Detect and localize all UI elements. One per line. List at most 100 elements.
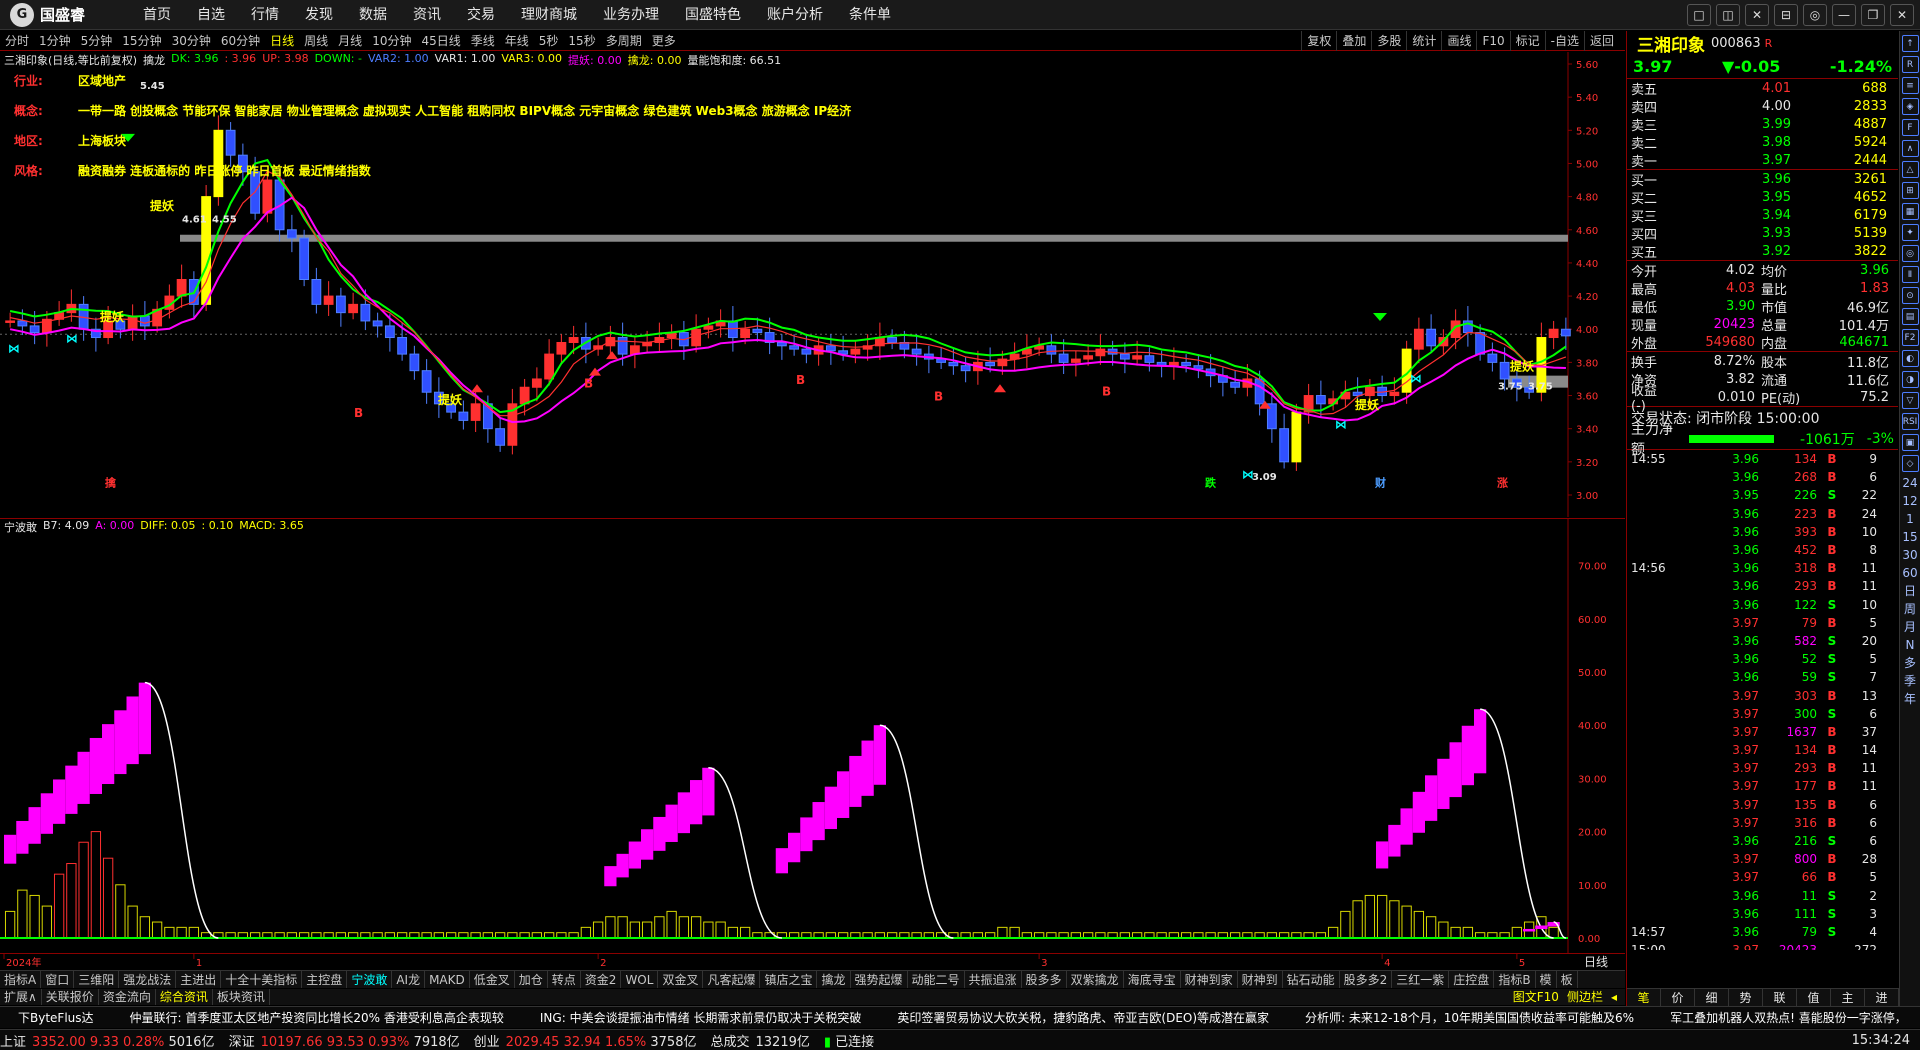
quote-tab-6[interactable]: 主 [1831,989,1865,1006]
indicator-tab-28[interactable]: 股多多2 [1340,971,1393,988]
period-5[interactable]: 60分钟 [216,32,265,49]
side-period-1[interactable]: 12 [1902,494,1917,508]
chart-tool-7[interactable]: -自选 [1544,31,1584,51]
quote-tab-4[interactable]: 联 [1763,989,1797,1006]
period-7[interactable]: 周线 [299,32,333,49]
chart-tool-6[interactable]: 标记 [1509,31,1545,51]
indicator-tab-18[interactable]: 擒龙 [817,971,851,988]
side-tool-icon-13[interactable]: ▤ [1901,308,1919,325]
side-period-2[interactable]: 1 [1906,512,1914,526]
chart-tool-3[interactable]: 统计 [1406,31,1441,51]
ticker-item[interactable]: 英印签署贸易协议大砍关税，捷豹路虎、帝亚吉欧(DEO)等成潜在赢家 [879,1009,1287,1026]
side-tool-icon-18[interactable]: RSI [1901,413,1919,430]
ext-right-0[interactable]: 图文F10 [1509,989,1563,1005]
side-tool-icon-3[interactable]: ◈ [1901,98,1919,115]
side-tool-icon-15[interactable]: ◐ [1901,350,1919,367]
indicator-tab-33[interactable]: 板 [1557,971,1578,988]
ticker-item[interactable]: 仲量联行: 首季度亚太区地产投资同比增长20% 香港受利息高企表现较 [112,1009,522,1026]
indicator-tab-14[interactable]: WOL [621,971,659,988]
side-tool-icon-11[interactable]: Ⅱ [1901,266,1919,283]
quote-tab-2[interactable]: 细 [1695,989,1729,1006]
ext-tab-4[interactable]: 板块资讯 [213,989,270,1005]
sub-indicator-name[interactable]: 宁波敢 [4,519,37,535]
side-period-4[interactable]: 30 [1902,548,1917,562]
app-logo[interactable]: G 国盛睿 [0,2,130,27]
bids-row[interactable]: 买二 3.95 4652 [1627,188,1898,207]
period-2[interactable]: 5分钟 [76,32,118,49]
period-11[interactable]: 季线 [466,32,500,49]
chart-title[interactable]: 三湘印象(日线,等比前复权) [4,52,137,68]
period-14[interactable]: 15秒 [563,32,600,49]
menu-item-8[interactable]: 业务办理 [590,0,672,30]
indicator-tab-12[interactable]: 转点 [548,971,581,988]
indicator-name[interactable]: 擒龙 [143,52,165,68]
window-control-icon-5[interactable]: — [1832,4,1856,26]
window-control-icon-1[interactable]: ◫ [1716,4,1740,26]
period-16[interactable]: 更多 [647,32,681,49]
indicator-tab-22[interactable]: 股多多 [1022,971,1067,988]
indicator-tab-19[interactable]: 强势起爆 [851,971,908,988]
window-control-icon-4[interactable]: ◎ [1803,4,1827,26]
indicator-tab-21[interactable]: 共振追涨 [965,971,1022,988]
ext-right-1[interactable]: 侧边栏 [1563,989,1607,1005]
menu-item-9[interactable]: 国盛特色 [672,0,754,30]
menu-item-10[interactable]: 账户分析 [754,0,836,30]
side-period-9[interactable]: N [1906,638,1915,652]
index-2[interactable]: 创业 2029.45 32.94 1.65% 3758亿 [474,1031,697,1050]
window-control-icon-3[interactable]: ⊟ [1774,4,1798,26]
chart-tool-2[interactable]: 多股 [1371,31,1406,51]
tick-list[interactable]: 14:55 3.96 134 B 9 3.96 268 B 6 3.95 226 S 22 3.96 223… [1627,450,1898,950]
period-10[interactable]: 45日线 [416,32,465,49]
side-tool-icon-19[interactable]: ▣ [1901,434,1919,451]
window-control-icon-2[interactable]: ✕ [1745,4,1769,26]
side-period-10[interactable]: 多 [1904,656,1916,670]
side-period-5[interactable]: 60 [1902,566,1917,580]
side-tool-icon-0[interactable]: ↑ [1901,35,1919,52]
quote-tab-1[interactable]: 价 [1661,989,1695,1006]
index-0[interactable]: 上证 3352.00 9.33 0.28% 5016亿 [0,1031,215,1050]
ticker-item[interactable]: 下ByteFlus达 [0,1009,112,1026]
side-period-6[interactable]: 日 [1904,584,1916,598]
period-9[interactable]: 10分钟 [367,32,416,49]
period-6[interactable]: 日线 [265,32,299,49]
indicator-tab-13[interactable]: 资金2 [581,971,622,988]
ext-tab-1[interactable]: 关联报价 [42,989,99,1005]
indicator-tab-4[interactable]: 主进出 [176,971,222,988]
indicator-tab-17[interactable]: 镇店之宝 [760,971,818,988]
indicator-tab-31[interactable]: 指标B [1494,971,1536,988]
side-period-8[interactable]: 月 [1904,620,1916,634]
asks-row[interactable]: 卖三 3.99 4887 [1627,115,1898,134]
ext-tab-2[interactable]: 资金流向 [99,989,156,1005]
side-tool-icon-2[interactable]: ≡ [1901,77,1919,94]
bids-row[interactable]: 买四 3.93 5139 [1627,224,1898,243]
menu-item-0[interactable]: 首页 [130,0,184,30]
stock-name[interactable]: 三湘印象 [1637,31,1705,56]
ext-tab-3[interactable]: 综合资讯 [156,989,213,1005]
menu-item-5[interactable]: 资讯 [400,0,454,30]
side-period-0[interactable]: 24 [1902,476,1917,490]
chart-tool-1[interactable]: 叠加 [1336,31,1371,51]
side-tool-icon-4[interactable]: F [1901,119,1919,136]
chart-tool-0[interactable]: 复权 [1301,31,1336,51]
indicator-tab-15[interactable]: 双金叉 [658,971,704,988]
indicator-tab-9[interactable]: MAKD [425,971,470,988]
asks-row[interactable]: 卖五 4.01 688 [1627,79,1898,98]
side-tool-icon-9[interactable]: ✦ [1901,224,1919,241]
period-12[interactable]: 年线 [500,32,534,49]
menu-item-6[interactable]: 交易 [454,0,508,30]
side-period-3[interactable]: 15 [1902,530,1917,544]
side-tool-icon-16[interactable]: ◑ [1901,371,1919,388]
indicator-tab-3[interactable]: 强龙战法 [119,971,177,988]
period-4[interactable]: 30分钟 [167,32,216,49]
indicator-tab-1[interactable]: 窗口 [41,971,75,988]
window-control-icon-6[interactable]: ❐ [1861,4,1885,26]
bids-row[interactable]: 买五 3.92 3822 [1627,242,1898,261]
connection-status[interactable]: ▮ 已连接 [824,1031,874,1050]
indicator-tab-0[interactable]: 指标A [0,971,42,988]
index-1[interactable]: 深证 10197.66 93.53 0.93% 7918亿 [229,1031,460,1050]
indicator-tab-5[interactable]: 十全十美指标 [221,971,303,988]
period-15[interactable]: 多周期 [601,32,647,49]
indicator-tab-2[interactable]: 三维阳 [74,971,120,988]
side-period-11[interactable]: 季 [1904,674,1916,688]
indicator-tab-6[interactable]: 主控盘 [302,971,348,988]
